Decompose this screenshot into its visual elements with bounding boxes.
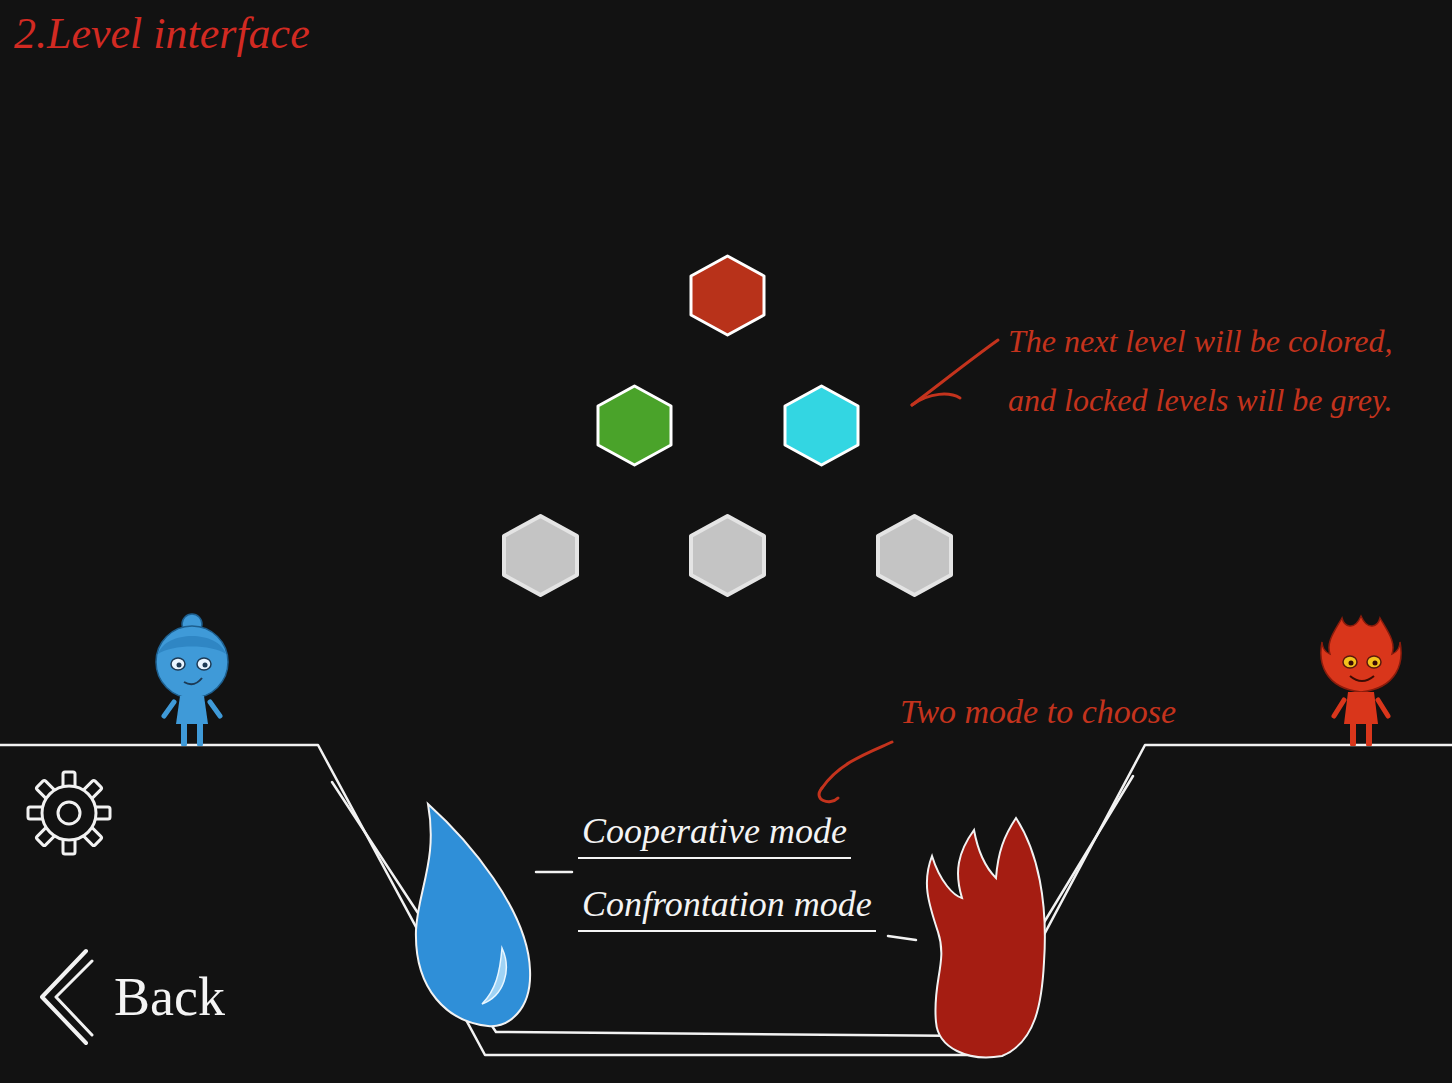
level-fill	[504, 516, 577, 595]
level-screen: 2.Level interface The next level will be …	[0, 0, 1452, 1083]
level-button[interactable]	[779, 383, 864, 468]
mode-option[interactable]: Confrontation mode	[578, 881, 876, 932]
gear-icon	[24, 768, 114, 858]
level-hexagon	[592, 383, 677, 468]
level-hexagon	[498, 513, 583, 598]
fireboy-icon	[1320, 612, 1402, 746]
level-row	[592, 383, 864, 468]
back-button[interactable]: Back	[34, 945, 225, 1049]
chevron-left-icon	[34, 945, 96, 1049]
level-hexagon	[685, 513, 770, 598]
mode-option[interactable]: Cooperative mode	[578, 808, 851, 859]
fire-flame-icon	[918, 812, 1050, 1064]
modes-note: Two mode to choose	[900, 692, 1176, 733]
level-row	[685, 253, 770, 338]
level-grid	[498, 253, 957, 598]
level-row	[498, 513, 957, 598]
page-title: 2.Level interface	[14, 8, 310, 61]
back-label[interactable]: Back	[114, 965, 225, 1030]
level-fill	[785, 386, 858, 465]
level-button[interactable]	[685, 253, 770, 338]
level-hexagon	[872, 513, 957, 598]
level-fill	[878, 516, 951, 595]
watergirl-icon	[146, 610, 238, 746]
level-fill	[691, 256, 764, 335]
level-button	[872, 513, 957, 598]
level-hexagon	[685, 253, 770, 338]
water-drop-icon	[408, 800, 536, 1032]
level-fill	[691, 516, 764, 595]
levels-note: The next level will be colored, and lock…	[1008, 312, 1428, 430]
level-hexagon	[779, 383, 864, 468]
level-fill	[598, 386, 671, 465]
mode-list: Cooperative mode Confrontation mode	[578, 808, 876, 932]
level-button	[498, 513, 583, 598]
level-button[interactable]	[592, 383, 677, 468]
settings-button[interactable]	[24, 768, 114, 858]
level-button	[685, 513, 770, 598]
